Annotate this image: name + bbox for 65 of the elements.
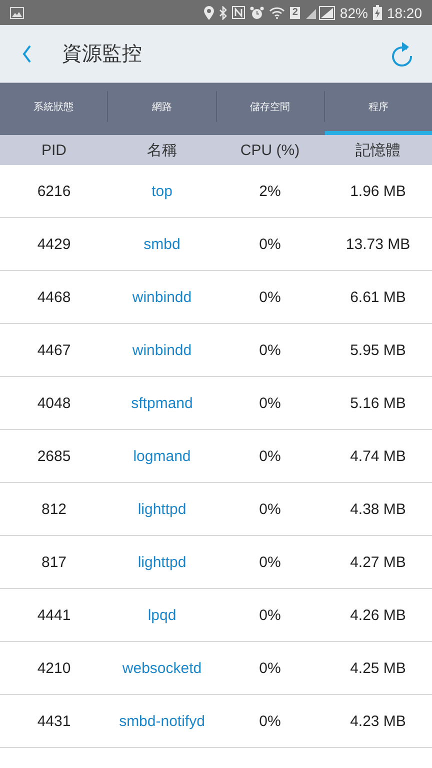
wifi-icon	[269, 6, 286, 19]
process-name-link[interactable]: lighttpd	[108, 554, 216, 570]
process-name-link[interactable]: top	[108, 182, 216, 200]
process-name-link[interactable]: winbindd	[108, 288, 216, 306]
table-cell-text: 4429	[36, 236, 72, 252]
table-cell-text: 4.23 MB	[349, 712, 407, 730]
table-cell-text: 6216	[36, 182, 72, 200]
table-cell-text: 4.38 MB	[349, 500, 407, 518]
process-name-link[interactable]: lighttpd	[108, 500, 216, 518]
tab[interactable]: 系統狀態	[0, 83, 108, 135]
refresh-icon	[390, 40, 414, 66]
battery-percent: 82%	[340, 4, 368, 20]
table-cell-text: 817	[40, 554, 68, 570]
table-cell-text: 0%	[258, 236, 282, 252]
column-header: CPU (%)	[239, 142, 301, 158]
column-header: 記憶體	[354, 140, 402, 160]
bluetooth-icon	[219, 6, 228, 20]
process-name-link[interactable]: logmand	[108, 448, 216, 464]
battery-charging-icon	[372, 5, 382, 20]
table-cell-text: 4468	[36, 288, 72, 306]
table-cell-text: 812	[40, 500, 68, 518]
table-cell-text: 5.95 MB	[349, 342, 407, 358]
process-name-link[interactable]: winbindd	[108, 342, 216, 358]
process-name-link[interactable]: lpqd	[108, 606, 216, 624]
table-cell-text: 0%	[258, 554, 282, 570]
table-cell-text: 0%	[258, 342, 282, 358]
clock-time: 18:20	[386, 4, 422, 20]
table-cell-text: 0%	[258, 288, 282, 306]
nfc-icon	[232, 6, 246, 19]
table-cell-text: 0%	[258, 606, 282, 624]
table-cell-text: 0%	[258, 712, 282, 730]
table-cell-text: 4.25 MB	[349, 660, 407, 676]
column-header: 名稱	[146, 140, 178, 160]
process-name-link[interactable]: smbd-notifyd	[108, 712, 216, 730]
process-name-link[interactable]: websocketd	[108, 660, 216, 676]
table-cell-text: 4.27 MB	[349, 554, 407, 570]
tab[interactable]: 網路	[108, 83, 216, 135]
table-cell-text: 4210	[36, 660, 72, 676]
sim-badge: 2	[290, 6, 300, 18]
table-cell-text: 2%	[258, 182, 282, 200]
table-cell-text: 0%	[258, 448, 282, 464]
table-cell-text: 2685	[36, 448, 72, 464]
location-icon	[204, 6, 214, 20]
table-cell-text: 4.26 MB	[349, 606, 407, 624]
table-cell-text: 4431	[36, 712, 72, 730]
alarm-icon	[250, 6, 264, 20]
table-cell-text: 5.16 MB	[349, 394, 407, 412]
table-cell-text: 1.96 MB	[349, 182, 407, 200]
table-cell-text: 4048	[36, 394, 72, 412]
table-cell-text: 0%	[258, 394, 282, 412]
table-cell-text: 13.73 MB	[344, 236, 412, 252]
tab[interactable]: 儲存空間	[216, 83, 324, 135]
page-title: 資源監控	[62, 42, 143, 67]
column-header: PID	[40, 142, 68, 158]
image-icon	[10, 6, 24, 18]
chevron-left-icon	[22, 44, 32, 62]
table-cell-text: 0%	[258, 660, 282, 676]
process-name-link[interactable]: smbd	[108, 236, 216, 252]
signal-icon	[304, 6, 335, 20]
table-cell-text: 4441	[36, 606, 72, 624]
table-cell-text: 4.74 MB	[349, 448, 407, 464]
process-name-link[interactable]: sftpmand	[108, 394, 216, 412]
table-cell-text: 4467	[36, 342, 72, 358]
table-cell-text: 0%	[258, 500, 282, 518]
table-cell-text: 6.61 MB	[349, 288, 407, 306]
